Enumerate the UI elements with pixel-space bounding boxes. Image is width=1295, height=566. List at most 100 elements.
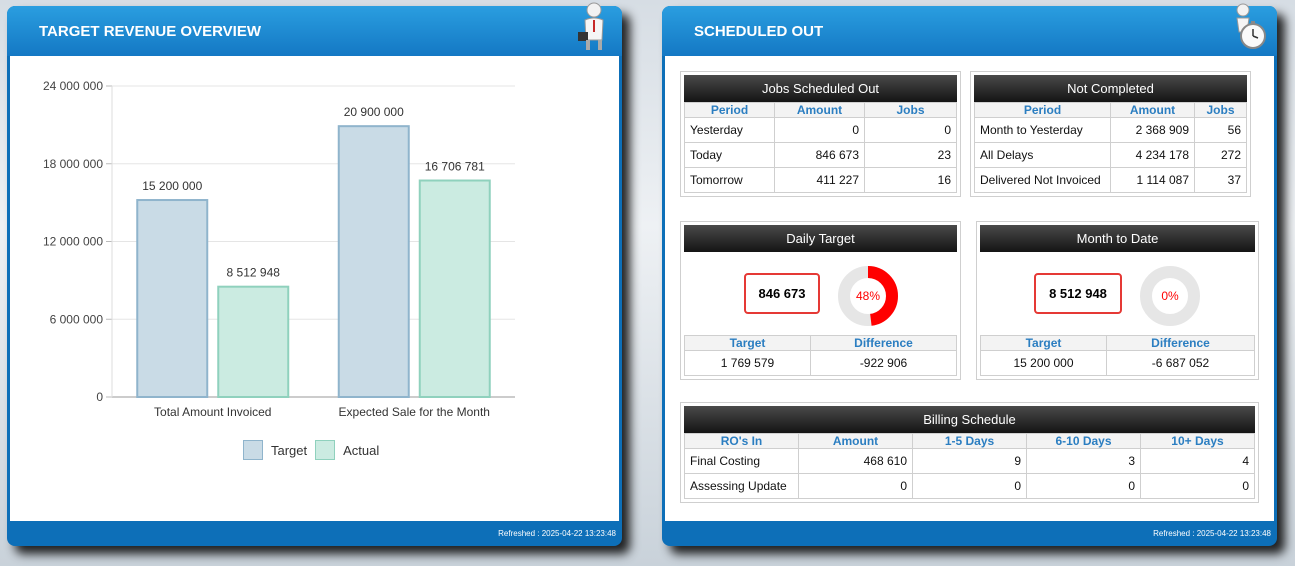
chart-area: 0 6 000 000 12 000 000 18 000 000 24 000 000… xyxy=(10,56,619,521)
not-completed-box: Not Completed Period Amount Jobs Month t… xyxy=(970,71,1251,197)
refreshed-timestamp: Refreshed : 2025-04-22 13:23:48 xyxy=(498,529,616,538)
table-cell: 468 610 xyxy=(798,448,913,474)
stopwatch-figure-icon xyxy=(1236,3,1266,49)
bar-target xyxy=(136,199,209,398)
table-cell: 0 xyxy=(1026,473,1141,499)
table-cell: 0 xyxy=(912,473,1027,499)
legend-label-actual: Actual xyxy=(343,442,380,458)
table-cell: -6 687 052 xyxy=(1106,350,1255,376)
table-row: Month to Yesterday 2 368 909 56 xyxy=(974,117,1247,143)
legend-item-actual[interactable]: Actual xyxy=(315,440,379,460)
daily-target-box: Daily Target 846 673 48% Target Differen… xyxy=(680,221,961,380)
y-tick-label: 12 000 000 xyxy=(43,235,103,249)
bar-target xyxy=(337,125,410,398)
table-row: All Delays 4 234 178 272 xyxy=(974,142,1247,168)
col-header: Target xyxy=(684,335,811,351)
daily-target-table: Target Difference 1 769 579 -922 906 xyxy=(684,335,957,376)
table-cell: 4 xyxy=(1140,448,1255,474)
col-header: Amount xyxy=(774,102,865,118)
table-row: 15 200 000 -6 687 052 xyxy=(980,350,1255,376)
col-header: Target xyxy=(980,335,1107,351)
panel-title: TARGET REVENUE OVERVIEW xyxy=(7,6,622,56)
bar-data-label: 16 706 781 xyxy=(425,160,485,174)
table-row: Yesterday 0 0 xyxy=(684,117,957,143)
table-cell: 0 xyxy=(1140,473,1255,499)
billing-schedule-table: RO's In Amount 1-5 Days 6-10 Days 10+ Da… xyxy=(684,433,1255,499)
legend-swatch-actual xyxy=(315,440,336,460)
legend-item-target[interactable]: Target xyxy=(243,440,307,460)
month-to-date-kpi: 8 512 948 0% xyxy=(980,252,1255,335)
billing-schedule-box: Billing Schedule RO's In Amount 1-5 Days… xyxy=(680,402,1259,503)
table-cell: Tomorrow xyxy=(684,167,775,193)
box-title: Not Completed xyxy=(974,75,1247,102)
bar-data-label: 8 512 948 xyxy=(227,266,281,280)
daily-target-donut: 48% xyxy=(838,266,898,326)
table-cell: 0 xyxy=(864,117,957,143)
bar-actual xyxy=(418,179,491,398)
month-to-date-box: Month to Date 8 512 948 0% Target Differ… xyxy=(976,221,1259,380)
table-cell: 3 xyxy=(1026,448,1141,474)
y-tick-label: 18 000 000 xyxy=(43,157,103,171)
col-header: Difference xyxy=(810,335,957,351)
box-title: Month to Date xyxy=(980,225,1255,252)
panel-title: SCHEDULED OUT xyxy=(662,6,1277,56)
refreshed-timestamp: Refreshed : 2025-04-22 13:23:48 xyxy=(1153,529,1271,538)
col-header: Period xyxy=(974,102,1111,118)
table-row: 1 769 579 -922 906 xyxy=(684,350,957,376)
month-to-date-table: Target Difference 15 200 000 -6 687 052 xyxy=(980,335,1255,376)
table-cell: 0 xyxy=(774,117,865,143)
daily-target-kpi: 846 673 48% xyxy=(684,252,957,335)
donut-percent-label: 48% xyxy=(856,289,880,303)
table-cell: Assessing Update xyxy=(684,473,799,499)
table-cell: -922 906 xyxy=(810,350,957,376)
table-cell: 411 227 xyxy=(774,167,865,193)
jobs-scheduled-out-box: Jobs Scheduled Out Period Amount Jobs Ye… xyxy=(680,71,961,197)
x-category-label: Expected Sale for the Month xyxy=(339,405,490,419)
table-row: Assessing Update 0 0 0 0 xyxy=(684,473,1255,499)
month-to-date-value: 8 512 948 xyxy=(1034,273,1122,314)
table-cell: 16 xyxy=(864,167,957,193)
box-title: Billing Schedule xyxy=(684,406,1255,433)
col-header: Difference xyxy=(1106,335,1255,351)
table-cell: 9 xyxy=(912,448,1027,474)
table-cell: 23 xyxy=(864,142,957,168)
table-cell: 56 xyxy=(1194,117,1247,143)
col-header: Amount xyxy=(1110,102,1195,118)
scheduled-out-panel: SCHEDULED OUT Jobs Scheduled Out Period … xyxy=(662,3,1277,546)
col-header: RO's In xyxy=(684,433,799,449)
bar-data-label: 15 200 000 xyxy=(142,179,202,193)
table-cell: 846 673 xyxy=(774,142,865,168)
table-cell: Final Costing xyxy=(684,448,799,474)
col-header: 6-10 Days xyxy=(1026,433,1141,449)
col-header: Amount xyxy=(798,433,913,449)
table-row: Final Costing 468 610 9 3 4 xyxy=(684,448,1255,474)
y-tick-label: 0 xyxy=(96,390,103,404)
table-cell: Month to Yesterday xyxy=(974,117,1111,143)
daily-target-value: 846 673 xyxy=(744,273,820,314)
jobs-scheduled-table: Period Amount Jobs Yesterday 0 0 Today 8… xyxy=(684,102,957,193)
table-cell: 1 769 579 xyxy=(684,350,811,376)
table-row: Tomorrow 411 227 16 xyxy=(684,167,957,193)
y-tick-label: 6 000 000 xyxy=(50,312,104,326)
table-cell: 272 xyxy=(1194,142,1247,168)
col-header: Jobs xyxy=(864,102,957,118)
table-cell: Today xyxy=(684,142,775,168)
y-tick-label: 24 000 000 xyxy=(43,79,103,93)
table-row: Delivered Not Invoiced 1 114 087 37 xyxy=(974,167,1247,193)
table-cell: 37 xyxy=(1194,167,1247,193)
col-header: 10+ Days xyxy=(1140,433,1255,449)
table-cell: 15 200 000 xyxy=(980,350,1107,376)
bar-actual xyxy=(217,285,290,399)
col-header: Period xyxy=(684,102,775,118)
table-cell: 1 114 087 xyxy=(1110,167,1195,193)
scheduled-out-body: Jobs Scheduled Out Period Amount Jobs Ye… xyxy=(665,56,1274,521)
legend-swatch-target xyxy=(243,440,263,460)
table-cell: Delivered Not Invoiced xyxy=(974,167,1111,193)
col-header: Jobs xyxy=(1194,102,1247,118)
x-category-label: Total Amount Invoiced xyxy=(154,405,271,419)
box-title: Daily Target xyxy=(684,225,957,252)
bar-data-label: 20 900 000 xyxy=(344,105,404,119)
table-cell: 0 xyxy=(798,473,913,499)
table-row: Today 846 673 23 xyxy=(684,142,957,168)
businessman-figure-icon xyxy=(578,2,604,50)
